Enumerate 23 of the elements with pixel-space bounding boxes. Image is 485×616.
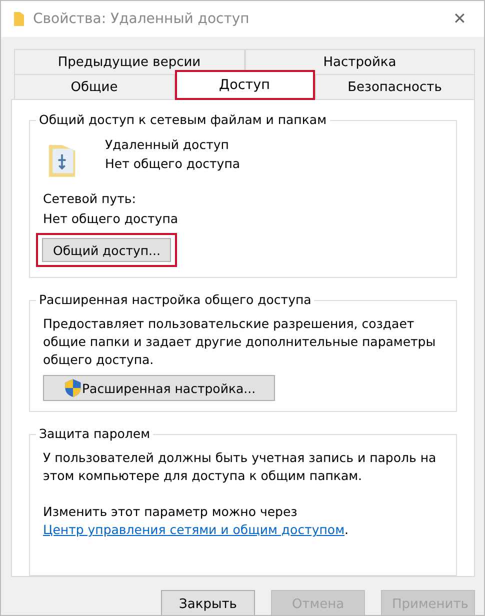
network-path-label: Сетевой путь: xyxy=(43,190,137,208)
password-description: У пользователей должны быть учетная запись и пароль на этом компьютере для доступа к общим папкам. xyxy=(43,449,438,485)
network-center-link[interactable]: Центр управления сетями и общим доступом xyxy=(43,522,344,537)
folder-icon xyxy=(13,11,25,27)
folder-name: Удаленный доступ xyxy=(105,136,230,154)
group-title: Общий доступ к сетевым файлам и папкам xyxy=(36,112,330,127)
window-title: Свойства: Удаленный доступ xyxy=(33,11,250,27)
tab[interactable]: Настройка xyxy=(244,49,475,74)
group-title: Расширенная настройка общего доступа xyxy=(36,292,314,307)
close-button[interactable]: ✕ xyxy=(447,8,472,30)
share-status: Нет общего доступа xyxy=(105,155,240,173)
shield-icon xyxy=(64,378,82,398)
tab[interactable]: Доступ xyxy=(174,70,314,100)
advanced-description: Предоставляет пользовательские разрешения, создает общие папки и задает другие дополнительные параметры общего доступа. xyxy=(43,315,437,369)
tab[interactable]: Предыдущие версии xyxy=(14,49,244,74)
tab[interactable]: Общие xyxy=(14,74,174,99)
network-path-value: Нет общего доступа xyxy=(43,210,180,228)
share-button[interactable]: Общий доступ... xyxy=(42,238,172,262)
settings-note: Изменить этот параметр можно через Центр управления сетями и общим доступом. xyxy=(43,503,350,539)
tab[interactable]: Безопасность xyxy=(314,74,475,99)
advanced-settings-button[interactable]: Расширенная настройка... xyxy=(43,375,275,401)
group-title: Защита паролем xyxy=(36,426,154,441)
dialog-button[interactable]: Закрыть xyxy=(161,590,255,615)
